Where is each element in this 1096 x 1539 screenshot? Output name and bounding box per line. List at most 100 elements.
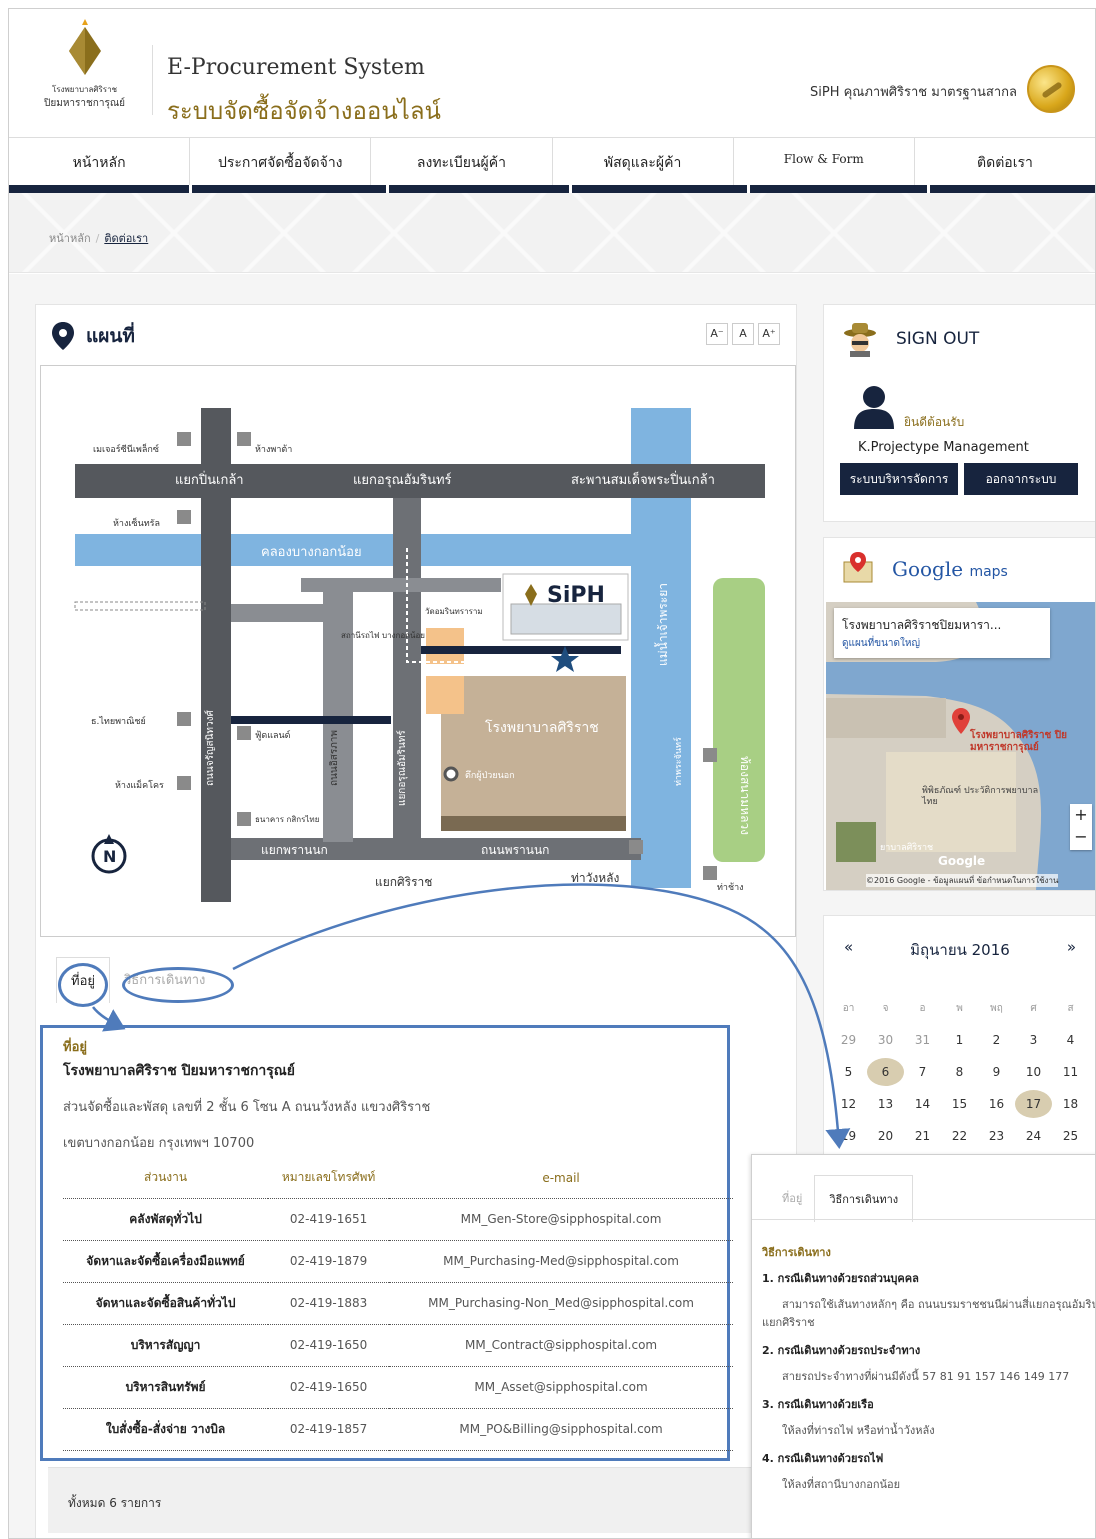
address-label: ที่อยู่	[63, 1040, 87, 1055]
google-map-panel: Google maps โรงพยาบาลศิริราชปิยมหารา... …	[823, 537, 1095, 891]
calendar-day[interactable]: 19	[830, 1129, 867, 1143]
calendar-day[interactable]: 3	[1015, 1033, 1052, 1047]
email-cell[interactable]: MM_Asset@sipphospital.com	[389, 1366, 733, 1409]
calendar-day[interactable]: 31	[904, 1033, 941, 1047]
calendar-day[interactable]: 2	[978, 1033, 1015, 1047]
popup-tab-address[interactable]: ที่อยู่	[770, 1175, 814, 1222]
directions-bus-text: สายรถประจำทางที่ผ่านมีดังนี้ 57 81 91 15…	[782, 1370, 1070, 1383]
hospital-name: โรงพยาบาลศิริราช ปิยมหาราชการุณย์	[63, 1063, 295, 1079]
calendar-week-row: 29 30 31 1 2 3 4	[830, 1024, 1090, 1056]
calendar-day[interactable]: 22	[941, 1129, 978, 1143]
table-row: จัดหาและจัดซื้อสินค้าทั่วไป 02-419-1883 …	[63, 1282, 733, 1325]
font-normal-button[interactable]: A	[732, 323, 754, 345]
maps-word: maps	[969, 564, 1008, 580]
signout-title[interactable]: SIGN OUT	[896, 329, 979, 349]
next-month-button[interactable]: »	[1067, 938, 1076, 956]
popup-tab-directions[interactable]: วิธีการเดินทาง	[814, 1175, 914, 1222]
calendar-day[interactable]: 13	[867, 1097, 904, 1111]
table-footer: ทั้งหมด 6 รายการ	[48, 1467, 786, 1533]
system-title-th: ระบบจัดซื้อจัดจ้างออนไลน์	[167, 97, 441, 125]
calendar-day[interactable]: 21	[904, 1129, 941, 1143]
map-label-siph: SiPH	[547, 583, 605, 608]
weekday-label: ศ	[1030, 1002, 1037, 1014]
map-label-makro: ห้างแม็คโคร	[115, 778, 164, 791]
map-panel-title: แผนที่	[52, 321, 135, 351]
main-nav: หน้าหลัก ประกาศจัดซื้อจัดจ้าง ลงทะเบียนผ…	[9, 137, 1095, 185]
compass-north-icon: N	[103, 847, 116, 866]
nav-contact[interactable]: ติดต่อเรา	[915, 138, 1095, 185]
zoom-controls: + −	[1070, 804, 1092, 850]
email-cell[interactable]: MM_PO&Billing@sipphospital.com	[389, 1408, 733, 1451]
calendar-day[interactable]: 17	[1015, 1090, 1052, 1118]
directions-bus-heading: 2. กรณีเดินทางด้วยรถประจำทาง	[762, 1344, 921, 1357]
map-near-label: ยาบาลศิริราช	[880, 843, 934, 853]
logo-text-line2: ปิยมหาราชการุณย์	[44, 98, 125, 109]
breadcrumb-current[interactable]: ติดต่อเรา	[104, 232, 148, 245]
nav-announcements[interactable]: ประกาศจัดซื้อจัดจ้าง	[190, 138, 372, 185]
calendar-day[interactable]: 30	[867, 1033, 904, 1047]
font-increase-button[interactable]: A⁺	[758, 323, 780, 345]
nav-flow-form[interactable]: Flow & Form	[734, 138, 915, 185]
breadcrumb-home[interactable]: หน้าหลัก	[49, 232, 91, 245]
calendar-week-row: 19 20 21 22 23 24 25	[830, 1120, 1090, 1152]
calendar-day[interactable]: 11	[1052, 1065, 1089, 1079]
calendar-day[interactable]: 6	[867, 1058, 904, 1086]
logout-button[interactable]: ออกจากระบบ	[964, 463, 1078, 495]
calendar-day[interactable]: 16	[978, 1097, 1015, 1111]
calendar-day[interactable]: 8	[941, 1065, 978, 1079]
hospital-location-map[interactable]: เมเจอร์ซีนีเพล็กซ์ ห้างพาต้า แยกปิ่นเกล้…	[40, 365, 796, 937]
map-label-canal: คลองบางกอกน้อย	[261, 545, 362, 560]
header-divider	[152, 45, 153, 115]
place-info-card: โรงพยาบาลศิริราชปิยมหารา... ดูแผนที่ขนาด…	[834, 608, 1050, 658]
calendar-day[interactable]: 14	[904, 1097, 941, 1111]
email-cell[interactable]: MM_Purchasing-Non_Med@sipphospital.com	[389, 1282, 733, 1325]
address-tab-highlight	[58, 963, 108, 1007]
calendar-header: « มิถุนายน 2016 »	[824, 938, 1095, 959]
signout-header: SIGN OUT	[842, 321, 979, 357]
nav-supplies-vendors[interactable]: พัสดุและผู้ค้า	[553, 138, 734, 185]
calendar-day[interactable]: 25	[1052, 1129, 1089, 1143]
calendar-day[interactable]: 12	[830, 1097, 867, 1111]
phone-cell: 02-419-1650	[268, 1324, 390, 1367]
system-title-en: E-Procurement System	[167, 55, 425, 80]
calendar-day[interactable]: 18	[1052, 1097, 1089, 1111]
calendar-day[interactable]: 23	[978, 1129, 1015, 1143]
calendar-month: มิถุนายน 2016	[910, 941, 1010, 959]
calendar-day[interactable]: 5	[830, 1065, 867, 1079]
font-decrease-button[interactable]: A⁻	[706, 323, 728, 345]
quality-medal-icon	[1027, 65, 1075, 113]
map-label-pinklao-bridge: สะพานสมเด็จพระปิ่นเกล้า	[571, 470, 715, 488]
email-cell[interactable]: MM_Purchasing-Med@sipphospital.com	[389, 1240, 733, 1283]
hospital-logo[interactable]: โรงพยาบาลศิริราช ปิยมหาราชการุณย์	[27, 19, 142, 111]
weekday-label: พฤ	[990, 1002, 1003, 1014]
logo-text-line1: โรงพยาบาลศิริราช	[51, 85, 118, 94]
email-cell[interactable]: MM_Gen-Store@sipphospital.com	[389, 1198, 733, 1241]
google-logo: Google	[938, 854, 986, 868]
calendar-week-row: 12 13 14 15 16 17 18	[830, 1088, 1090, 1120]
address-box: ที่อยู่ โรงพยาบาลศิริราช ปิยมหาราชการุณย…	[40, 1025, 733, 1461]
view-larger-map-link[interactable]: ดูแผนที่ขนาดใหญ่	[842, 636, 920, 651]
map-label-pinklao-junction: แยกปิ่นเกล้า	[175, 471, 244, 488]
google-map-embed[interactable]: โรงพยาบาลศิริราชปิยมหารา... ดูแผนที่ขนาด…	[826, 602, 1095, 890]
calendar-day[interactable]: 24	[1015, 1129, 1052, 1143]
calendar-day[interactable]: 7	[904, 1065, 941, 1079]
calendar-day[interactable]: 9	[978, 1065, 1015, 1079]
calendar-day[interactable]: 4	[1052, 1033, 1089, 1047]
nav-home[interactable]: หน้าหลัก	[9, 138, 191, 185]
map-label-prannok-junction: แยกพรานนก	[261, 843, 328, 857]
zoom-in-button[interactable]: +	[1070, 804, 1092, 826]
nav-vendor-register[interactable]: ลงทะเบียนผู้ค้า	[371, 138, 553, 185]
admin-system-button[interactable]: ระบบบริหารจัดการ	[840, 463, 958, 495]
calendar-day[interactable]: 29	[830, 1033, 867, 1047]
directions-train-heading: 4. กรณีเดินทางด้วยรถไฟ	[762, 1452, 884, 1465]
department-cell: บริหารสัญญา	[63, 1324, 269, 1367]
zoom-out-button[interactable]: −	[1070, 826, 1092, 848]
calendar-day[interactable]: 10	[1015, 1065, 1052, 1079]
calendar-day[interactable]: 20	[867, 1129, 904, 1143]
calendar-day[interactable]: 15	[941, 1097, 978, 1111]
email-cell[interactable]: MM_Contract@sipphospital.com	[389, 1324, 733, 1367]
location-pin-icon	[52, 322, 74, 350]
calendar-day[interactable]: 1	[941, 1033, 978, 1047]
col-header-department: ส่วนงาน	[63, 1158, 269, 1199]
map-label-itsaraphap: ถนนอิสรภาพ	[329, 730, 340, 786]
